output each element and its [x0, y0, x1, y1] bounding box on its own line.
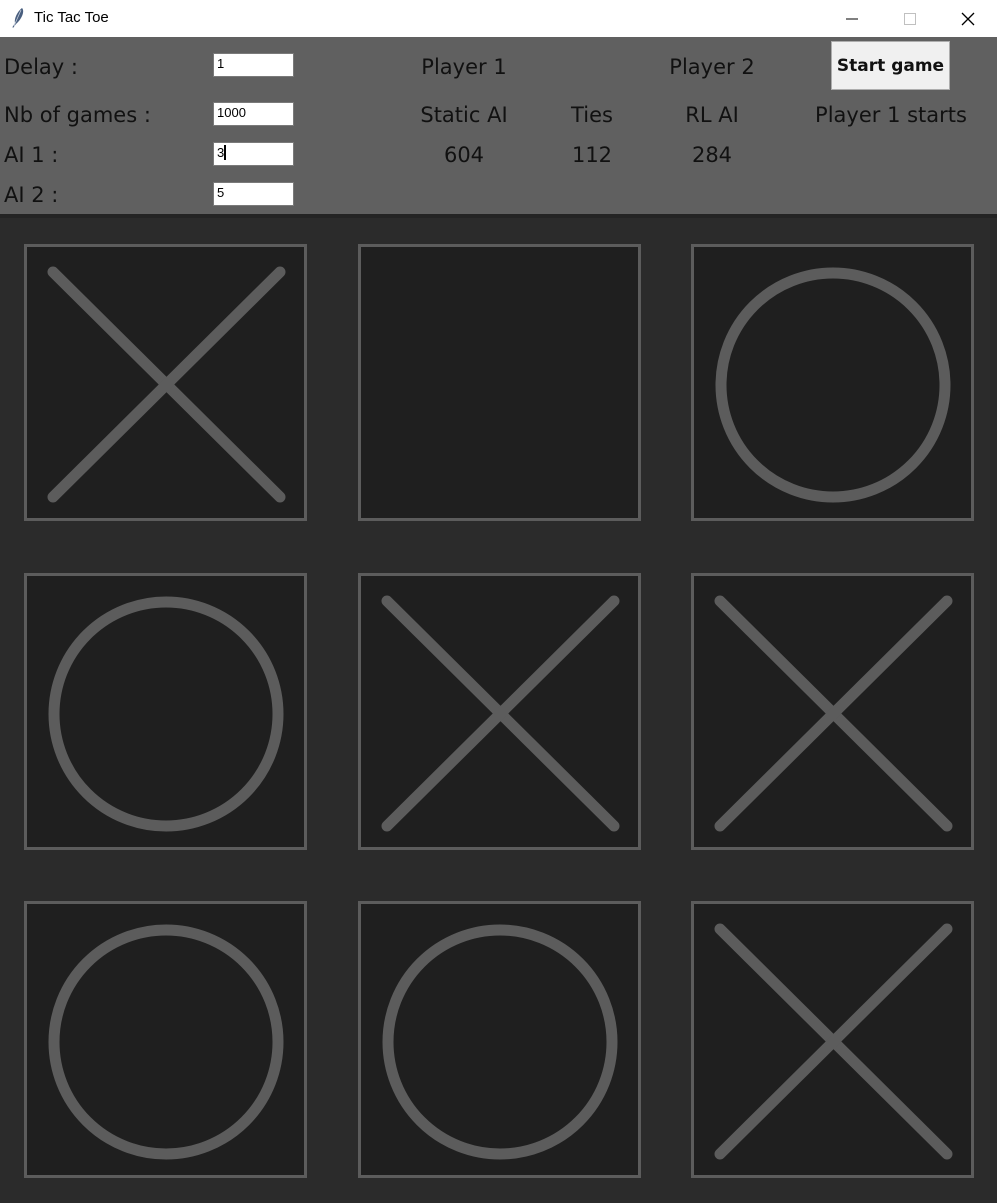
o-mark-icon — [715, 267, 951, 503]
nb-games-input[interactable]: 1000 — [213, 102, 294, 126]
close-icon — [961, 12, 975, 25]
board-cell-8[interactable] — [358, 901, 641, 1178]
ai2-label: AI 2 : — [4, 183, 59, 207]
start-game-button[interactable]: Start game — [831, 41, 950, 90]
delay-input[interactable]: 1 — [213, 53, 294, 77]
player2-heading: Player 2 — [669, 55, 755, 79]
ai1-label: AI 1 : — [4, 143, 59, 167]
player2-score: 284 — [691, 143, 733, 167]
status-text: Player 1 starts — [815, 103, 967, 127]
board-cell-2[interactable] — [358, 244, 641, 521]
close-button[interactable] — [939, 0, 997, 37]
maximize-button[interactable] — [881, 0, 939, 37]
o-mark-icon — [48, 596, 284, 832]
ties-score: 112 — [571, 143, 613, 167]
board-cell-6[interactable] — [691, 573, 974, 850]
player1-score: 604 — [443, 143, 485, 167]
minimize-button[interactable] — [823, 0, 881, 37]
control-panel: Delay : 1 Nb of games : 1000 AI 1 : 3 AI… — [0, 37, 997, 218]
game-board — [0, 218, 997, 1203]
text-cursor — [224, 145, 227, 160]
o-mark-icon — [382, 924, 618, 1160]
player1-name: Static AI — [420, 103, 508, 127]
board-cell-1[interactable] — [24, 244, 307, 521]
board-cell-5[interactable] — [358, 573, 641, 850]
window-titlebar: Tic Tac Toe — [0, 0, 997, 37]
feather-icon — [12, 8, 24, 28]
window-title: Tic Tac Toe — [34, 9, 109, 26]
x-mark-icon — [47, 266, 286, 503]
o-circle — [715, 267, 951, 503]
nb-games-label: Nb of games : — [4, 103, 151, 127]
o-mark-icon — [48, 924, 284, 1160]
empty-cell — [361, 247, 638, 518]
ai1-input[interactable]: 3 — [213, 142, 294, 166]
board-cell-4[interactable] — [24, 573, 307, 850]
o-circle — [48, 596, 284, 832]
x-mark-icon — [381, 595, 620, 832]
board-cell-7[interactable] — [24, 901, 307, 1178]
player2-name: RL AI — [685, 103, 739, 127]
x-mark-icon — [714, 923, 953, 1160]
o-circle — [48, 924, 284, 1160]
ai1-value: 3 — [217, 145, 225, 160]
ties-heading: Ties — [571, 103, 613, 127]
delay-label: Delay : — [4, 55, 78, 79]
maximize-icon — [904, 12, 916, 25]
board-cell-9[interactable] — [691, 901, 974, 1178]
o-circle — [382, 924, 618, 1160]
minimize-icon — [846, 18, 858, 19]
player1-heading: Player 1 — [421, 55, 507, 79]
ai2-input[interactable]: 5 — [213, 182, 294, 206]
board-cell-3[interactable] — [691, 244, 974, 521]
x-mark-icon — [714, 595, 953, 832]
